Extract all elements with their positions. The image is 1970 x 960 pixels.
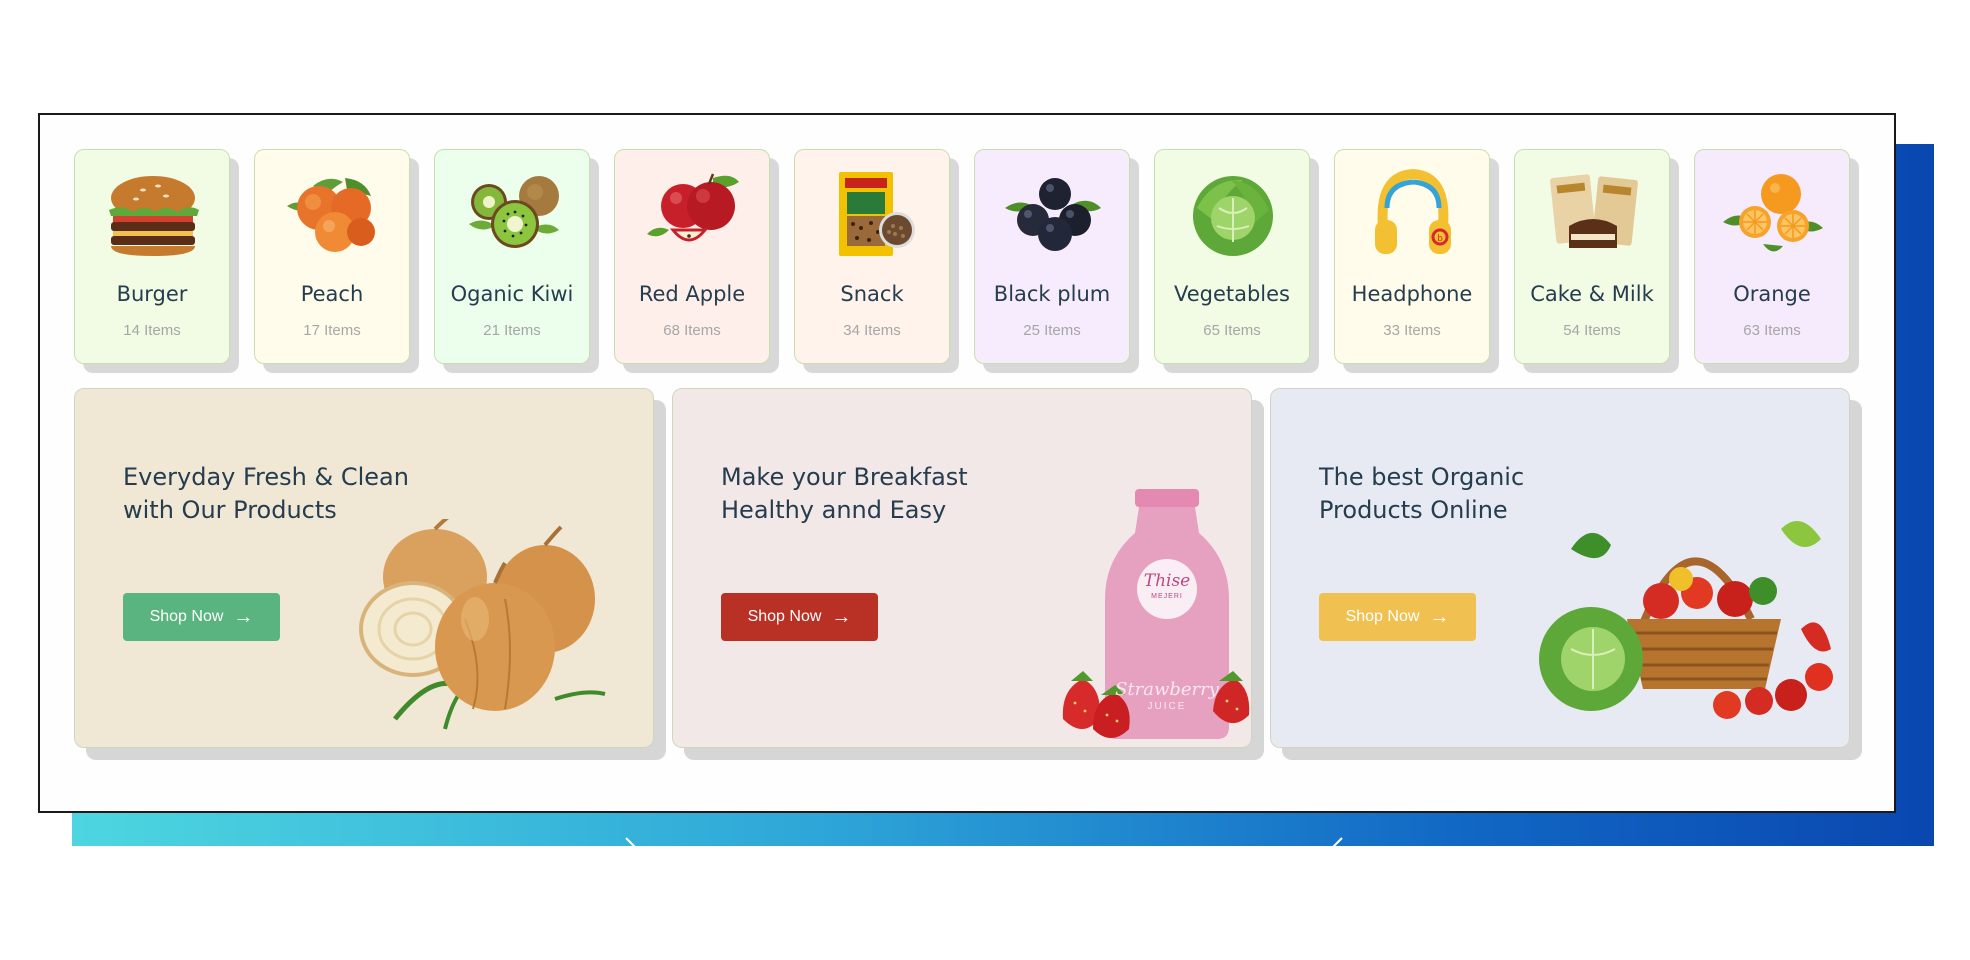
category-card-orange[interactable]: Orange 63 Items — [1694, 149, 1850, 364]
category-card-snack[interactable]: Snack 34 Items — [794, 149, 950, 364]
category-count: 65 Items — [1203, 322, 1261, 339]
arrow-right-icon: → — [233, 606, 254, 628]
category-name: Cake & Milk — [1530, 282, 1654, 306]
shop-now-label: Shop Now — [747, 608, 822, 625]
category-name: Peach — [300, 282, 364, 306]
category-name: Burger — [116, 282, 188, 306]
apple-icon — [647, 173, 739, 242]
category-and-banner-panel: Burger 14 Items Peach 17 Items Oganic Ki… — [38, 113, 1896, 813]
category-card-vegetables[interactable]: Vegetables 65 Items — [1154, 149, 1310, 364]
category-card-burger[interactable]: Burger 14 Items — [74, 149, 230, 364]
category-name: Orange — [1733, 282, 1811, 306]
category-name: Black plum — [993, 282, 1111, 306]
bottle-flavor-label: Strawberry — [1115, 679, 1219, 700]
promo-banners: Everyday Fresh & Clean with Our Products… — [74, 388, 1864, 753]
category-count: 33 Items — [1383, 322, 1441, 339]
shop-now-button[interactable]: Shop Now → — [721, 593, 878, 641]
shop-now-label: Shop Now — [149, 608, 224, 625]
category-card-cake-milk[interactable]: Cake & Milk 54 Items — [1514, 149, 1670, 364]
chevron-left-marker-icon — [625, 837, 637, 849]
headphone-icon: b — [1375, 168, 1451, 254]
category-name: Headphone — [1351, 282, 1473, 306]
category-name: Red Apple — [638, 282, 746, 306]
category-count: 63 Items — [1743, 322, 1801, 339]
promo-banner-organic: The best Organic Products Online Shop No… — [1270, 388, 1850, 748]
banner-title: Everyday Fresh & Clean with Our Products — [123, 463, 409, 524]
category-name: Oganic Kiwi — [450, 282, 574, 306]
orange-icon — [1723, 174, 1823, 252]
category-count: 14 Items — [123, 322, 181, 339]
category-card-red-apple[interactable]: Red Apple 68 Items — [614, 149, 770, 364]
snack-bag-icon — [839, 172, 915, 256]
peach-icon — [287, 178, 375, 252]
category-count: 25 Items — [1023, 322, 1081, 339]
shop-now-button[interactable]: Shop Now → — [1319, 593, 1476, 641]
vegetable-basket-image — [1539, 521, 1833, 719]
arrow-right-icon: → — [1429, 606, 1450, 628]
category-card-black-plum[interactable]: Black plum 25 Items — [974, 149, 1130, 364]
svg-text:b: b — [1437, 234, 1443, 244]
banner-title: Make your Breakfast Healthy annd Easy — [721, 463, 968, 524]
category-list: Burger 14 Items Peach 17 Items Oganic Ki… — [74, 149, 1854, 364]
promo-banner-breakfast: Make your Breakfast Healthy annd Easy Sh… — [672, 388, 1252, 748]
cabbage-icon — [1193, 176, 1273, 256]
burger-icon — [109, 176, 199, 256]
chevron-right-marker-icon — [1331, 837, 1343, 849]
bottle-brand-label: Thise — [1143, 571, 1191, 591]
category-card-kiwi[interactable]: Oganic Kiwi 21 Items — [434, 149, 590, 364]
category-count: 34 Items — [843, 322, 901, 339]
black-plum-icon — [1005, 178, 1101, 251]
category-card-headphone[interactable]: b Headphone 33 Items — [1334, 149, 1490, 364]
category-count: 17 Items — [303, 322, 361, 339]
promo-banner-fresh: Everyday Fresh & Clean with Our Products… — [74, 388, 654, 748]
bottle-flavor-sub: JUICE — [1147, 701, 1187, 712]
onion-image — [359, 519, 606, 730]
kiwi-icon — [469, 176, 559, 248]
strawberry-juice-image: Thise MEJERI Strawberry JUICE — [1053, 489, 1251, 747]
category-count: 68 Items — [663, 322, 721, 339]
arrow-right-icon: → — [831, 606, 852, 628]
bottle-brand-sub: MEJERI — [1151, 593, 1183, 600]
category-count: 54 Items — [1563, 322, 1621, 339]
category-card-peach[interactable]: Peach 17 Items — [254, 149, 410, 364]
category-name: Vegetables — [1173, 282, 1291, 306]
category-name: Snack — [840, 282, 904, 306]
category-count: 21 Items — [483, 322, 541, 339]
cake-milk-icon — [1550, 174, 1638, 248]
shop-now-button[interactable]: Shop Now → — [123, 593, 280, 641]
shop-now-label: Shop Now — [1345, 608, 1420, 625]
